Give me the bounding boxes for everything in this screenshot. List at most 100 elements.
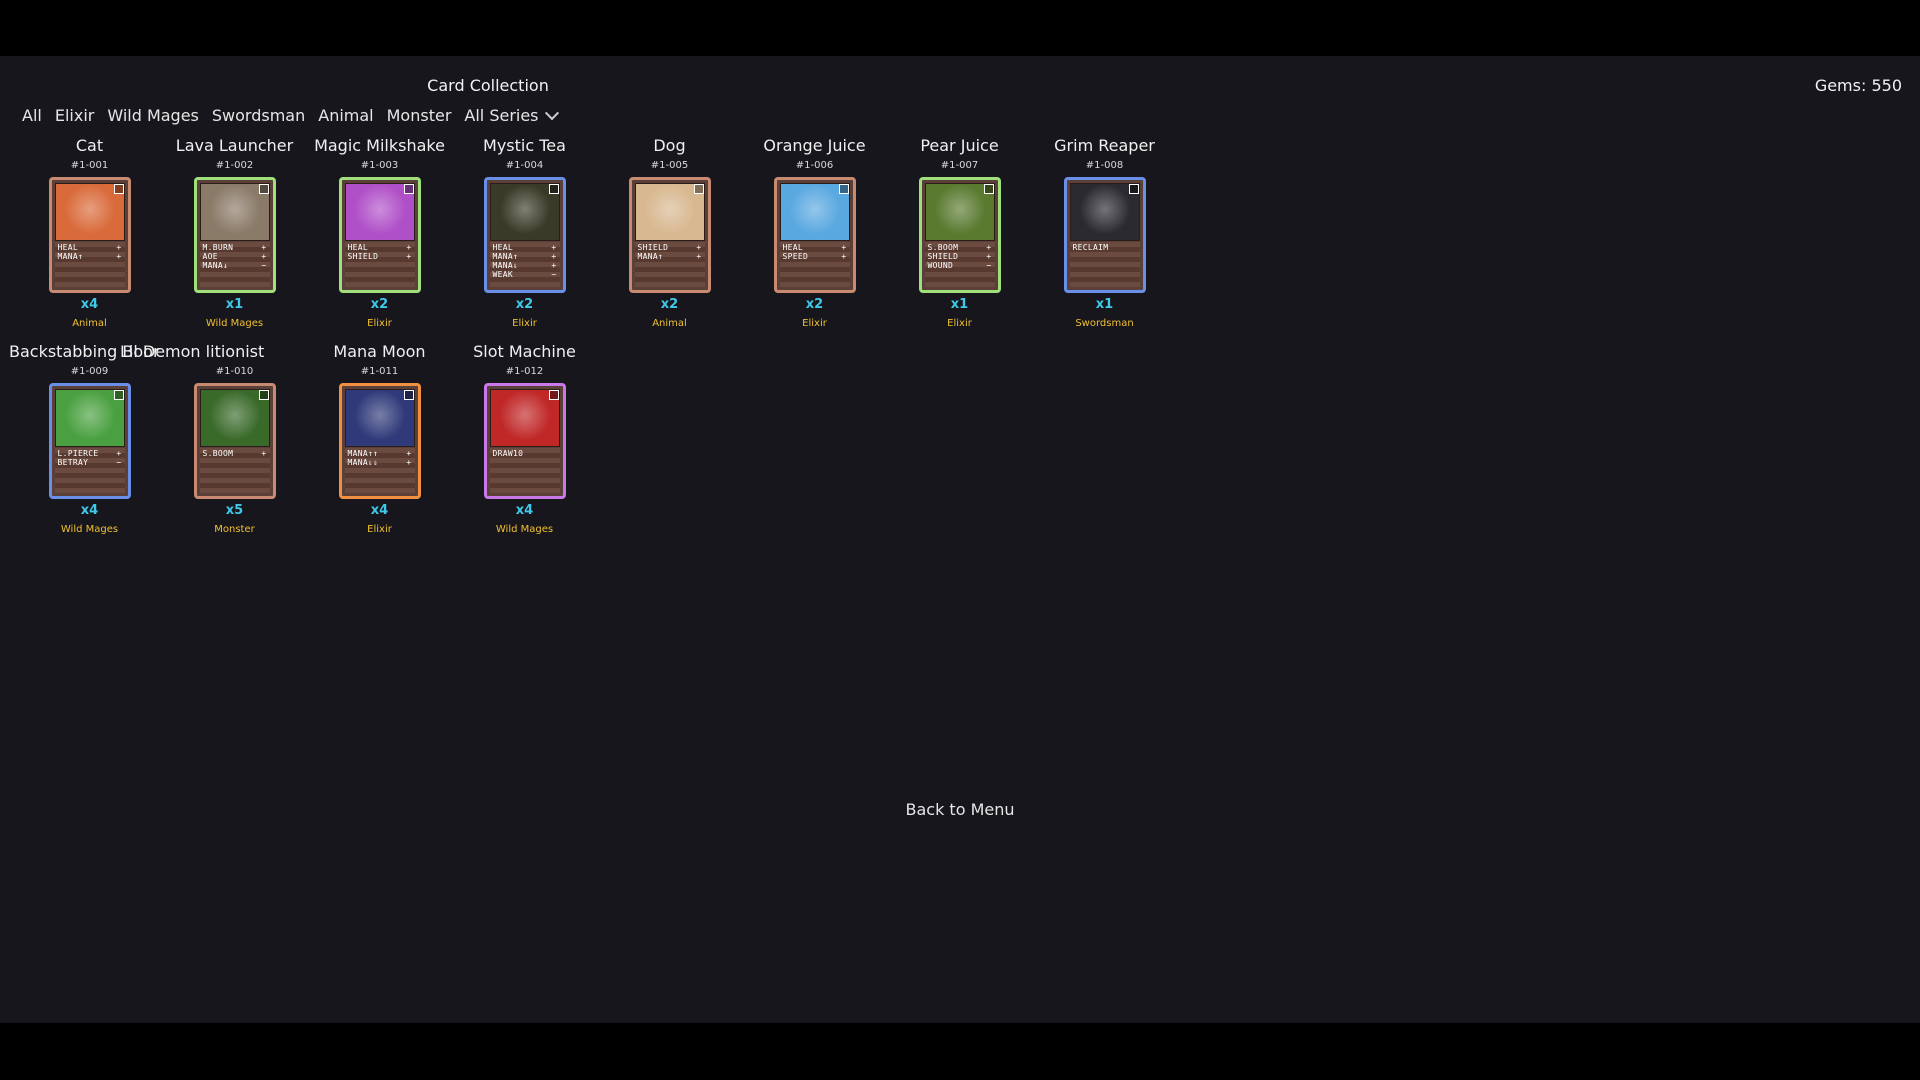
filter-wild-mages[interactable]: Wild Mages (107, 106, 199, 125)
card-number: #1-004 (505, 160, 544, 171)
card-image[interactable]: SHIELD + MANA↑ + (628, 177, 711, 293)
collection-screen: Card Collection Gems: 550 All Elixir Wil… (0, 56, 1920, 1023)
card-slot: Lil Demon litionist #1-010 S.BOOM + x5 Monste… (120, 342, 307, 548)
card-stats: S.BOOM + SHIELD + WOUND − (924, 242, 995, 287)
back-to-menu-label: Back to Menu (905, 800, 1015, 819)
card-stat-label: HEAL (57, 243, 78, 252)
card-series: Wild Mages (60, 524, 119, 535)
card-count: x5 (225, 503, 244, 518)
card-stat-label: HEAL (347, 243, 368, 252)
card-stat-row: BETRAY − (58, 458, 122, 467)
card-image[interactable]: DRAW10 (483, 383, 566, 499)
card-stat-label: WEAK (492, 270, 513, 279)
card-stat-sign: + (551, 261, 557, 270)
card-stat-label: MANA⇓⇓ (347, 458, 379, 467)
card-stat-label: M.BURN (202, 243, 234, 252)
card-name-overflow: litionist (205, 342, 265, 361)
card-stat-label: MANA↑↑ (347, 449, 379, 458)
card-stat-row: RECLAIM (1073, 243, 1137, 252)
card-number: #1-001 (70, 160, 109, 171)
card-name: Lava Launcher (175, 136, 294, 155)
series-dropdown-label: All Series (464, 106, 539, 125)
card-name: Grim Reaper (1054, 136, 1155, 155)
filter-monster[interactable]: Monster (387, 106, 452, 125)
card-image[interactable]: HEAL + SHIELD + (338, 177, 421, 293)
chevron-down-icon (544, 105, 559, 120)
card-stat-sign: − (551, 270, 557, 279)
card-count: x1 (950, 297, 969, 312)
card-stat-label: SHIELD (637, 243, 669, 252)
card-rarity-icon (113, 184, 124, 194)
card-count: x4 (370, 503, 389, 518)
card-stat-label: BETRAY (57, 458, 89, 467)
card-stat-row: AOE + (203, 252, 267, 261)
card-number: #1-005 (650, 160, 689, 171)
gems-counter: Gems: 550 (1814, 76, 1902, 95)
card-image[interactable]: M.BURN + AOE + MANA↓ − (193, 177, 276, 293)
card-number: #1-006 (795, 160, 834, 171)
card-count: x4 (80, 503, 99, 518)
filter-swordsman[interactable]: Swordsman (212, 106, 305, 125)
card-slot: Orange Juice #1-006 HEAL + SPEED + x2 Elixir (742, 136, 887, 342)
card-count: x4 (80, 297, 99, 312)
card-stats: RECLAIM (1069, 242, 1140, 287)
card-name: Magic Milkshake (314, 136, 445, 155)
series-dropdown[interactable]: All Series (464, 105, 559, 125)
card-stat-sign: + (551, 252, 557, 261)
card-series: Swordsman (1075, 318, 1134, 329)
card-stat-row: SHIELD + (638, 243, 702, 252)
card-image[interactable]: S.BOOM + SHIELD + WOUND − (918, 177, 1001, 293)
card-stat-sign: + (406, 449, 412, 458)
card-number: #1-010 (215, 366, 254, 377)
card-stats: L.PIERCE + BETRAY − (54, 448, 125, 493)
card-stat-label: AOE (202, 252, 218, 261)
card-number: #1-008 (1085, 160, 1124, 171)
card-name: Slot Machine (473, 342, 576, 361)
card-series: Elixir (512, 318, 537, 329)
card-stat-row: L.PIERCE + (58, 449, 122, 458)
card-image[interactable]: HEAL + MANA↑ + (48, 177, 131, 293)
card-rarity-icon (1128, 184, 1139, 194)
card-slot: Mystic Tea #1-004 HEAL + MANA↑ + MANA⇓ + WEAK − x2… (452, 136, 597, 342)
card-slot: Backstabbing Boor #1-009 L.PIERCE + BETRAY − x… (9, 342, 162, 548)
card-stat-row: WOUND − (928, 261, 992, 270)
card-stat-sign: + (841, 252, 847, 261)
filter-animal[interactable]: Animal (318, 106, 373, 125)
filter-all[interactable]: All (22, 106, 42, 125)
card-stat-sign: + (261, 252, 267, 261)
card-stats: SHIELD + MANA↑ + (634, 242, 705, 287)
card-name: Pear Juice (920, 136, 999, 155)
card-image[interactable]: L.PIERCE + BETRAY − (48, 383, 131, 499)
card-name: Lil Demon litionist (120, 342, 264, 361)
card-stat-row: M.BURN + (203, 243, 267, 252)
card-stat-row: HEAL + (348, 243, 412, 252)
card-stat-label: RECLAIM (1072, 243, 1109, 252)
card-series: Elixir (367, 318, 392, 329)
card-stat-row: SHIELD + (348, 252, 412, 261)
card-number: #1-007 (940, 160, 979, 171)
back-to-menu-button[interactable]: Back to Menu (0, 800, 1920, 819)
card-number: #1-012 (505, 366, 544, 377)
card-stat-label: L.PIERCE (57, 449, 99, 458)
card-rarity-icon (113, 390, 124, 400)
filter-elixir[interactable]: Elixir (55, 106, 95, 125)
card-stat-row: WEAK − (493, 270, 557, 279)
card-image[interactable]: S.BOOM + (193, 383, 276, 499)
card-image[interactable]: RECLAIM (1063, 177, 1146, 293)
card-rarity-icon (983, 184, 994, 194)
card-stat-label: MANA↑ (57, 252, 84, 261)
card-stat-label: DRAW10 (492, 449, 524, 458)
card-stat-sign: + (551, 243, 557, 252)
card-image[interactable]: HEAL + MANA↑ + MANA⇓ + WEAK − (483, 177, 566, 293)
card-stat-sign: − (116, 458, 122, 467)
card-stat-label: MANA⇓ (492, 261, 519, 270)
card-count: x4 (515, 503, 534, 518)
card-image[interactable]: HEAL + SPEED + (773, 177, 856, 293)
card-rarity-icon (693, 184, 704, 194)
filter-bar: All Elixir Wild Mages Swordsman Animal M… (22, 105, 559, 125)
card-image[interactable]: MANA↑↑ + MANA⇓⇓ + (338, 383, 421, 499)
card-series: Wild Mages (205, 318, 264, 329)
card-stats: HEAL + MANA↑ + MANA⇓ + WEAK − (489, 242, 560, 287)
card-stat-sign: + (406, 243, 412, 252)
card-slot: Lava Launcher #1-002 M.BURN + AOE + MANA↓ − x1 Wi… (162, 136, 307, 342)
